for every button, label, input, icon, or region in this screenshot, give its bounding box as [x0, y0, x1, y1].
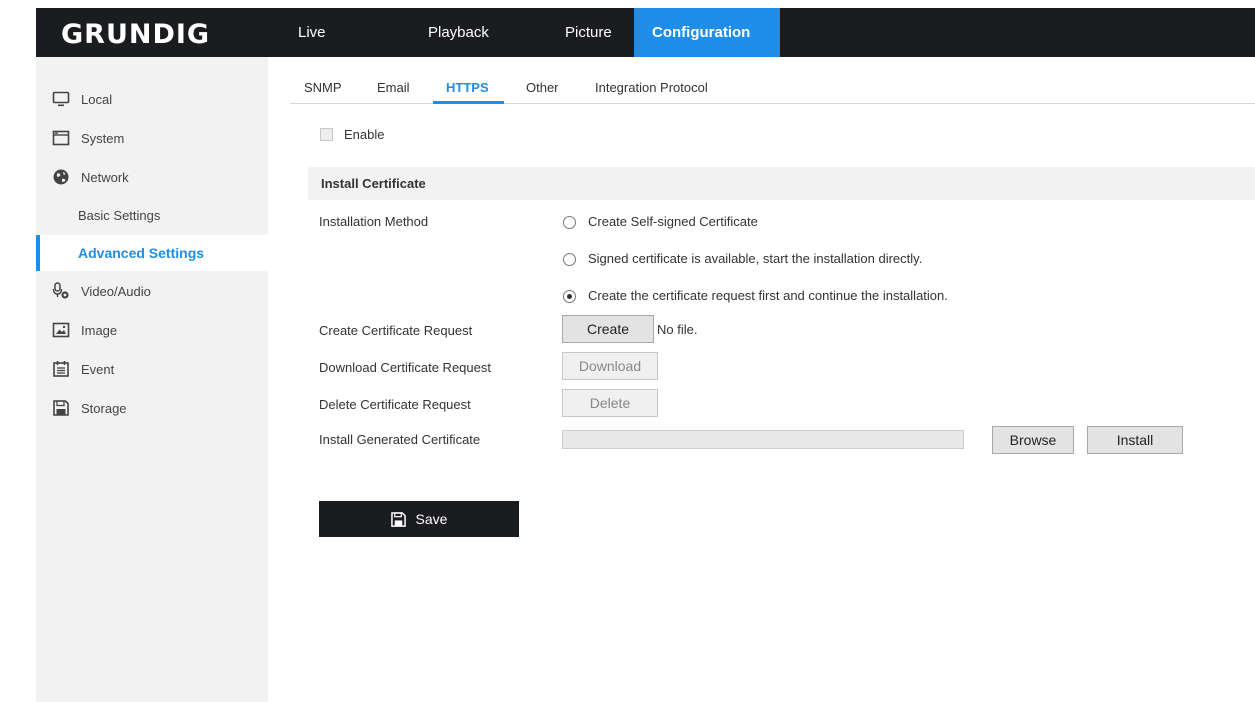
brand-logo: GRUNDIG	[61, 19, 211, 50]
certificate-file-input[interactable]	[562, 430, 964, 449]
download-button[interactable]: Download	[562, 352, 658, 380]
save-button[interactable]: Save	[319, 501, 519, 537]
monitor-icon	[52, 91, 70, 107]
radio-signed-available-label: Signed certificate is available, start t…	[588, 251, 923, 266]
install-button[interactable]: Install	[1087, 426, 1183, 454]
tab-https[interactable]: HTTPS	[446, 80, 489, 95]
sidebar-item-label: Video/Audio	[81, 283, 151, 299]
image-icon	[52, 322, 70, 338]
radio-self-signed-label: Create Self-signed Certificate	[588, 214, 758, 229]
event-icon	[53, 361, 69, 377]
sidebar-item-event[interactable]: Event	[36, 351, 268, 387]
tab-integration-protocol[interactable]: Integration Protocol	[595, 80, 708, 95]
install-certificate-section: Install Certificate	[308, 167, 1255, 200]
active-tab-underline	[433, 101, 504, 104]
radio-create-request[interactable]	[563, 290, 576, 303]
create-request-label: Create Certificate Request	[319, 323, 473, 338]
sidebar-item-basic-settings[interactable]: Basic Settings	[36, 197, 268, 233]
system-icon	[52, 130, 70, 146]
save-icon	[390, 511, 406, 527]
sidebar-item-label: Network	[81, 169, 129, 185]
sidebar-item-label: Event	[81, 361, 115, 377]
sidebar-item-label: Storage	[81, 400, 127, 416]
delete-button[interactable]: Delete	[562, 389, 658, 417]
enable-label: Enable	[344, 127, 385, 142]
sidebar-item-label: Image	[81, 322, 118, 338]
delete-request-label: Delete Certificate Request	[319, 397, 471, 412]
tab-snmp[interactable]: SNMP	[304, 80, 342, 95]
save-button-label: Save	[415, 511, 448, 527]
topnav-playback[interactable]: Playback	[354, 8, 489, 57]
sidebar-item-label: Advanced Settings	[78, 245, 205, 261]
sidebar-item-advanced-settings[interactable]: Advanced Settings	[36, 235, 268, 271]
install-generated-label: Install Generated Certificate	[319, 432, 481, 447]
top-nav: Live View Playback Picture Configuration	[268, 8, 780, 90]
globe-icon	[53, 169, 69, 185]
tab-email[interactable]: Email	[377, 80, 410, 95]
sidebar-item-video-audio[interactable]: Video/Audio	[36, 273, 268, 309]
tab-other[interactable]: Other	[526, 80, 559, 95]
radio-signed-available[interactable]	[563, 253, 576, 266]
sidebar-item-label: System	[81, 130, 125, 146]
download-request-label: Download Certificate Request	[319, 360, 491, 375]
sidebar-item-local[interactable]: Local	[36, 81, 268, 117]
enable-checkbox[interactable]	[320, 128, 333, 141]
sidebar-item-system[interactable]: System	[36, 120, 268, 156]
create-button[interactable]: Create	[562, 315, 654, 343]
topnav-configuration[interactable]: Configuration	[634, 8, 780, 57]
radio-self-signed[interactable]	[563, 216, 576, 229]
section-title: Install Certificate	[321, 176, 426, 191]
sidebar-item-label: Local	[81, 91, 113, 107]
radio-create-request-label: Create the certificate request first and…	[588, 288, 948, 303]
sidebar-item-network[interactable]: Network	[36, 159, 268, 195]
sidebar-item-image[interactable]: Image	[36, 312, 268, 348]
topnav-live-view[interactable]: Live View	[268, 8, 354, 90]
top-bar: GRUNDIG Live View Playback Picture Confi…	[36, 8, 1255, 90]
sidebar-item-label: Basic Settings	[78, 207, 161, 223]
topnav-picture[interactable]: Picture	[484, 8, 634, 57]
browse-button[interactable]: Browse	[992, 426, 1074, 454]
no-file-text: No file.	[657, 322, 698, 337]
sidebar: Local System Network Basic Settings Adva…	[36, 57, 268, 702]
sub-tabs: SNMP Email HTTPS Other Integration Proto…	[290, 72, 1255, 104]
installation-method-label: Installation Method	[319, 214, 429, 229]
microphone-icon	[52, 282, 69, 299]
sidebar-item-storage[interactable]: Storage	[36, 390, 268, 426]
storage-icon	[53, 400, 69, 416]
